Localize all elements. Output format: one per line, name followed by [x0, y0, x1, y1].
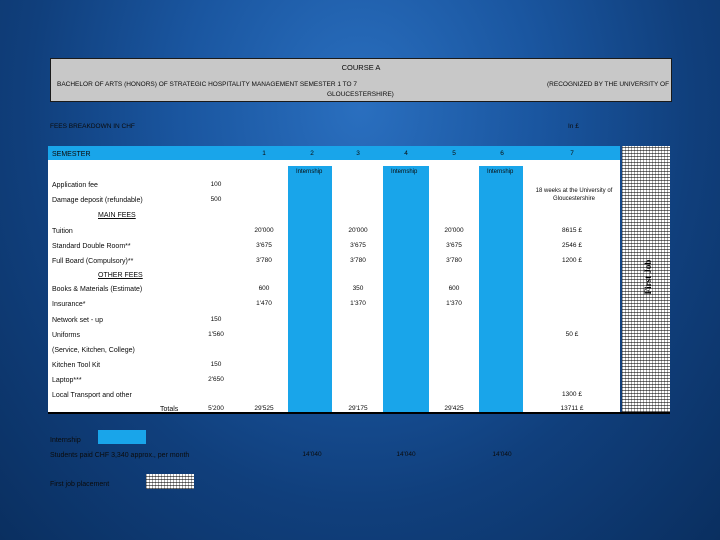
internship-column-s4 [383, 166, 429, 412]
program-title: BACHELOR OF ARTS (HONORS) OF STRATEGIC H… [57, 81, 358, 88]
application-fee-value: 100 [210, 181, 222, 188]
students-paid-note: Students paid CHF 3,340 approx., per mon… [50, 452, 190, 459]
insurance-s3: 1'370 [350, 300, 366, 307]
totals-divider [48, 412, 670, 414]
internship-label-s2: Internship [296, 169, 323, 175]
damage-deposit-value: 500 [210, 196, 222, 203]
laptop-value: 2'650 [208, 376, 224, 383]
books-s1: 600 [258, 285, 270, 292]
course-title-bar: COURSE A [50, 58, 672, 76]
course-title: COURSE A [341, 63, 381, 72]
program-bar: BACHELOR OF ARTS (HONORS) OF STRATEGIC H… [50, 75, 672, 102]
uniforms-value: 1'560 [208, 331, 224, 338]
kitchen-label: Kitchen Tool Kit [52, 362, 101, 369]
legend-internship-swatch [98, 430, 146, 444]
room-label: Standard Double Room** [52, 243, 131, 250]
uniforms-label: Uniforms [52, 332, 81, 339]
board-s7: 1200 £ [562, 257, 582, 264]
internship-column-s2 [288, 166, 332, 412]
tuition-s5: 20'000 [444, 227, 464, 234]
currency-label: In £ [568, 123, 579, 130]
semester-number: 2 [310, 150, 314, 157]
main-fees-heading: MAIN FEES [98, 212, 136, 219]
room-s1: 3'675 [256, 242, 272, 249]
room-s7: 2546 £ [562, 242, 582, 249]
semester-label: SEMESTER [52, 151, 91, 158]
tuition-s1: 20'000 [254, 227, 274, 234]
semester-number: 3 [356, 150, 360, 157]
semester-number: 7 [570, 150, 574, 157]
kitchen-value: 150 [210, 361, 222, 368]
tuition-s7: 8615 £ [562, 227, 582, 234]
books-label: Books & Materials (Estimate) [52, 286, 143, 293]
legend-first-job-label: First job placement [50, 481, 110, 488]
transport-label: Local Transport and other [52, 392, 132, 399]
internship-label-s6: Internship [487, 169, 514, 175]
board-label: Full Board (Compulsory)** [52, 258, 134, 265]
damage-deposit-label: Damage deposit (refundable) [52, 197, 143, 204]
semester-number: 1 [262, 150, 266, 157]
uniforms-sub-label: (Service, Kitchen, College) [52, 347, 135, 354]
uk-note: 18 weeks at the University of Gloucester… [535, 188, 613, 202]
semester-header-bar [48, 146, 620, 160]
books-s3: 350 [352, 285, 364, 292]
room-s5: 3'675 [446, 242, 462, 249]
board-s3: 3'780 [350, 257, 366, 264]
semester-number: 6 [500, 150, 504, 157]
uniforms-s7: 50 £ [565, 331, 579, 338]
semester-number: 5 [452, 150, 456, 157]
transport-s7: 1300 £ [562, 391, 582, 398]
books-s5: 600 [448, 285, 460, 292]
room-s3: 3'675 [350, 242, 366, 249]
board-s1: 3'780 [256, 257, 272, 264]
recognized-note: (RECOGNIZED BY THE UNIVERSITY OF [547, 81, 670, 88]
legend-internship-label: Internship [50, 437, 81, 444]
program-title-cont: GLOUCESTERSHIRE) [327, 91, 394, 98]
fees-heading: FEES BREAKDOWN IN CHF [50, 123, 135, 130]
network-label: Network set - up [52, 317, 103, 324]
semester-number: 4 [404, 150, 408, 157]
tuition-label: Tuition [52, 228, 73, 235]
insurance-s1: 1'470 [256, 300, 272, 307]
tuition-s3: 20'000 [348, 227, 368, 234]
application-fee-label: Application fee [52, 182, 98, 189]
insurance-label: Insurance* [52, 301, 86, 308]
internship-pay-s2: 14'040 [302, 451, 322, 458]
network-value: 150 [210, 316, 222, 323]
internship-pay-s4: 14'040 [396, 451, 416, 458]
internship-column-s6 [479, 166, 523, 412]
other-fees-heading: OTHER FEES [98, 272, 143, 279]
board-s5: 3'780 [446, 257, 462, 264]
first-job-side-label: First Job [643, 259, 653, 295]
internship-label-s4: Internship [391, 169, 418, 175]
legend-first-job-swatch [146, 474, 194, 489]
insurance-s5: 1'370 [446, 300, 462, 307]
internship-pay-s6: 14'040 [492, 451, 512, 458]
laptop-label: Laptop*** [52, 377, 82, 384]
